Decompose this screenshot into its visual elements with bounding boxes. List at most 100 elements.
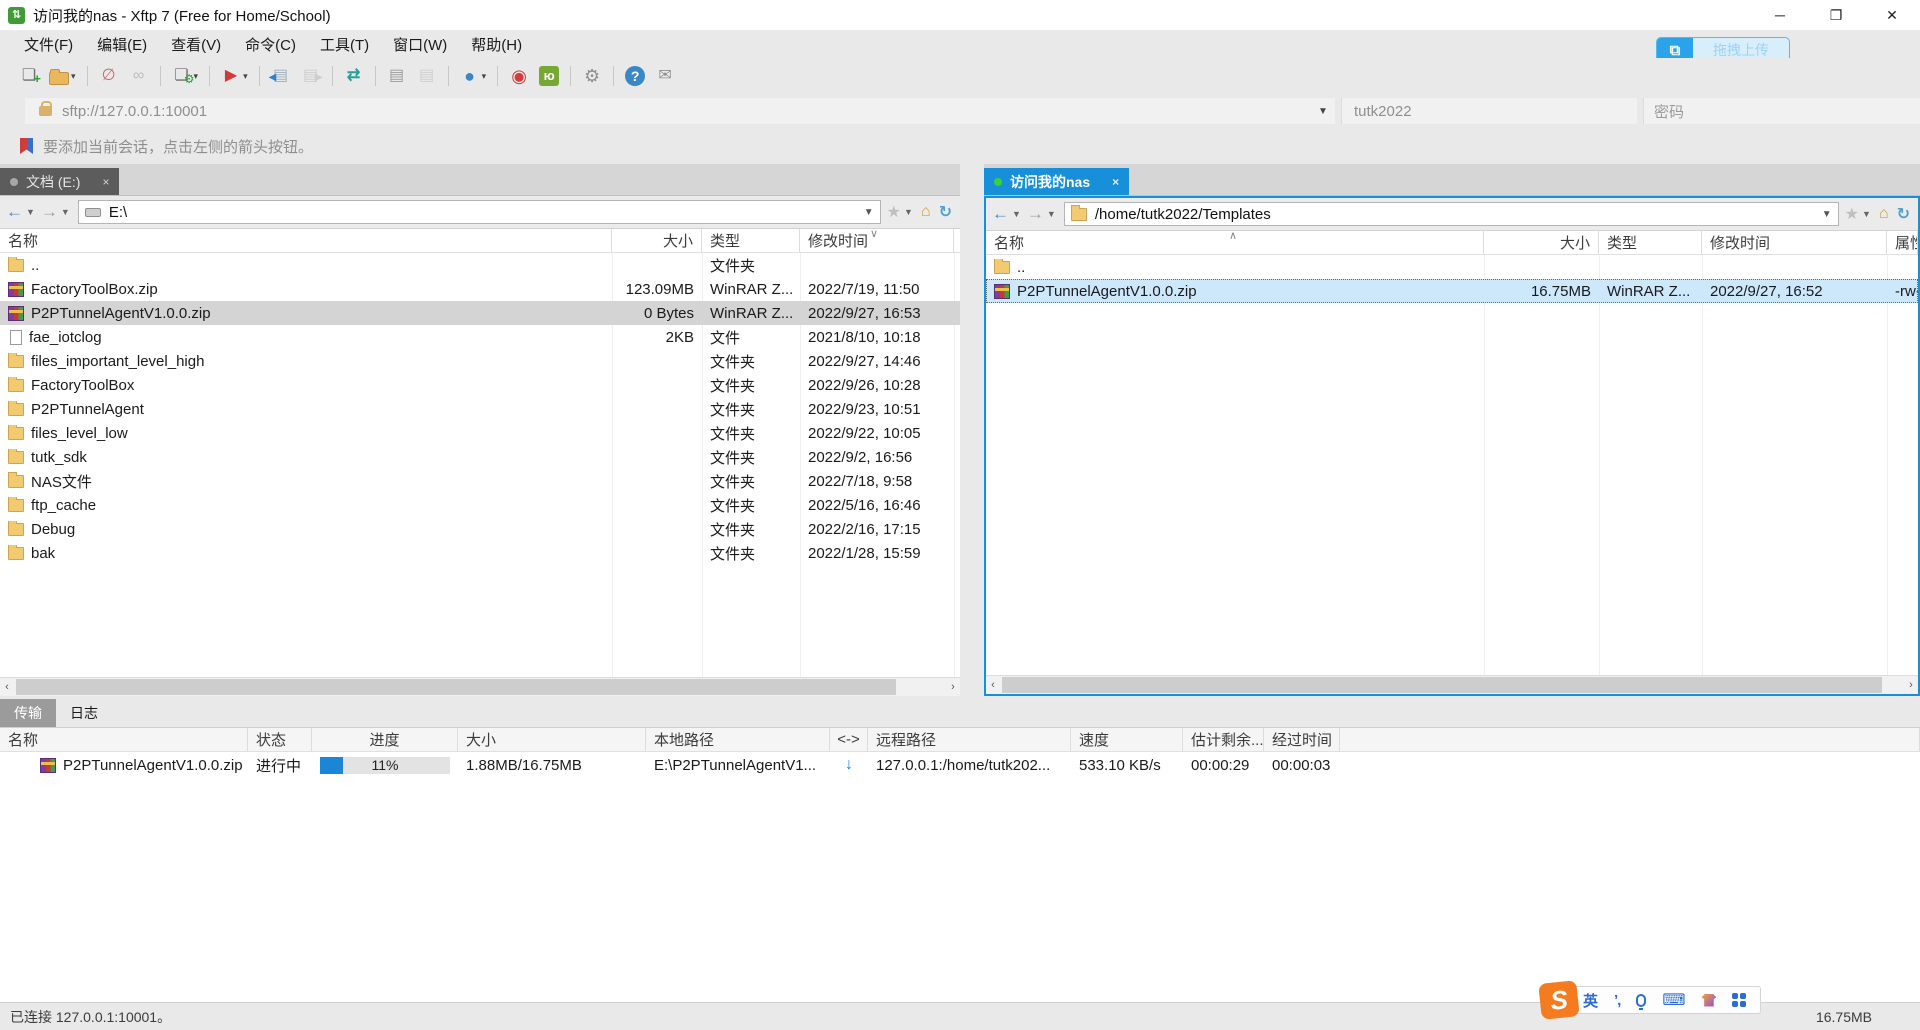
column-name[interactable]: 名称 xyxy=(0,728,248,751)
home-folder-icon[interactable]: ⌂ xyxy=(921,203,931,221)
microphone-icon[interactable] xyxy=(1636,994,1646,1007)
menu-item[interactable]: 工具(T) xyxy=(310,31,379,58)
local-horizontal-scrollbar[interactable]: ‹ › xyxy=(0,677,960,696)
help-button[interactable]: ▾ xyxy=(622,64,648,88)
file-row[interactable]: P2PTunnelAgent 文件夹 2022/9/23, 10:51 xyxy=(0,397,960,421)
ime-menu-grid-icon[interactable] xyxy=(1732,993,1746,1007)
scroll-left-icon[interactable]: ‹ xyxy=(0,678,14,696)
back-icon[interactable]: ← xyxy=(990,204,1011,224)
transfer-tab[interactable]: 日志 xyxy=(56,699,112,727)
favorites-icon[interactable]: ★ xyxy=(887,202,901,222)
run-button[interactable]: ▾ xyxy=(218,64,251,88)
column-remaining[interactable]: 估计剩余... xyxy=(1183,728,1264,751)
web-button[interactable]: ▾ xyxy=(457,64,490,88)
settings-button[interactable]: ▾ xyxy=(579,64,605,88)
scrollbar-thumb[interactable] xyxy=(1002,677,1882,693)
column-size[interactable]: 大小 xyxy=(612,229,702,252)
remote-horizontal-scrollbar[interactable]: ‹ › xyxy=(986,675,1918,694)
column-local-path[interactable]: 本地路径 xyxy=(646,728,830,751)
favorites-dropdown-icon[interactable]: ▼ xyxy=(1862,209,1871,219)
skin-icon[interactable] xyxy=(1701,994,1716,1007)
username-input[interactable]: tutk2022 xyxy=(1341,98,1637,124)
file-row[interactable]: tutk_sdk 文件夹 2022/9/2, 16:56 xyxy=(0,445,960,469)
column-type[interactable]: 类型 xyxy=(1599,231,1702,254)
remote-path-input[interactable]: /home/tutk2022/Templates ▼ xyxy=(1064,202,1839,226)
tab-close-icon[interactable]: × xyxy=(1112,175,1119,189)
ime-punctuation-icon[interactable]: ’, xyxy=(1614,992,1620,1009)
column-direction[interactable]: <-> xyxy=(830,728,868,751)
file-row[interactable]: P2PTunnelAgentV1.0.0.zip 16.75MB WinRAR … xyxy=(986,279,1918,303)
column-progress[interactable]: 进度 xyxy=(312,728,458,751)
favorites-icon[interactable]: ★ xyxy=(1845,204,1859,224)
path-dropdown-icon[interactable]: ▼ xyxy=(864,207,874,218)
file-row[interactable]: files_important_level_high 文件夹 2022/9/27… xyxy=(0,349,960,373)
address-input[interactable]: sftp://127.0.0.1:10001 xyxy=(25,98,1335,124)
column-speed[interactable]: 速度 xyxy=(1071,728,1183,751)
column-size[interactable]: 大小 xyxy=(458,728,646,751)
new-session-button[interactable]: ▾ xyxy=(16,64,42,88)
xshell-button[interactable]: ▾ xyxy=(506,64,532,88)
upload-button[interactable]: ▾ xyxy=(298,64,324,88)
disconnect-button[interactable]: ▾ xyxy=(96,64,122,88)
back-icon[interactable]: ← xyxy=(4,202,25,222)
scroll-right-icon[interactable]: › xyxy=(946,678,960,696)
session-properties-button[interactable]: ▾ xyxy=(169,64,202,88)
scroll-left-icon[interactable]: ‹ xyxy=(986,676,1000,694)
column-status[interactable]: 状态 xyxy=(248,728,312,751)
tab-close-icon[interactable]: × xyxy=(102,175,109,189)
transfer-tab[interactable]: 传输 xyxy=(0,699,56,727)
pane-splitter[interactable] xyxy=(960,164,984,696)
file-row[interactable]: NAS文件 文件夹 2022/7/18, 9:58 xyxy=(0,469,960,493)
password-input[interactable]: 密码 xyxy=(1643,98,1920,124)
forward-icon[interactable]: → xyxy=(39,202,60,222)
keyboard-icon[interactable]: ⌨ xyxy=(1662,990,1685,1010)
paste-button[interactable]: ▾ xyxy=(414,64,440,88)
file-row[interactable]: ftp_cache 文件夹 2022/5/16, 16:46 xyxy=(0,493,960,517)
column-modified[interactable]: 修改时间 xyxy=(1702,231,1887,254)
file-row[interactable]: files_level_low 文件夹 2022/9/22, 10:05 xyxy=(0,421,960,445)
column-name[interactable]: 名称 xyxy=(0,229,612,252)
forward-dropdown-icon[interactable]: ▼ xyxy=(1047,209,1056,219)
refresh-icon[interactable]: ↻ xyxy=(939,202,952,222)
tab-remote-nas[interactable]: 访问我的nas × xyxy=(984,168,1129,195)
column-type[interactable]: 类型 xyxy=(702,229,800,252)
copy-button[interactable]: ▾ xyxy=(384,64,410,88)
back-dropdown-icon[interactable]: ▼ xyxy=(26,207,35,217)
file-row[interactable]: .. xyxy=(986,255,1918,279)
file-row[interactable]: fae_iotclog 2KB 文件 2021/8/10, 10:18 xyxy=(0,325,960,349)
local-path-input[interactable]: E:\ ▼ xyxy=(78,200,881,224)
chevron-down-icon[interactable]: ▾ xyxy=(482,71,487,82)
chevron-down-icon[interactable]: ▾ xyxy=(243,71,248,82)
file-row[interactable]: .. 文件夹 xyxy=(0,253,960,277)
file-row[interactable]: P2PTunnelAgentV1.0.0.zip 0 Bytes WinRAR … xyxy=(0,301,960,325)
file-row[interactable]: FactoryToolBox.zip 123.09MB WinRAR Z... … xyxy=(0,277,960,301)
download-button[interactable]: ▾ xyxy=(268,64,294,88)
menu-item[interactable]: 文件(F) xyxy=(14,31,83,58)
column-size[interactable]: 大小 xyxy=(1484,231,1599,254)
forward-icon[interactable]: → xyxy=(1025,204,1046,224)
reconnect-button[interactable]: ▾ xyxy=(126,64,152,88)
menu-item[interactable]: 帮助(H) xyxy=(461,31,532,58)
xmanager-button[interactable]: ▾ xyxy=(536,64,562,88)
favorites-dropdown-icon[interactable]: ▼ xyxy=(904,207,913,217)
scrollbar-thumb[interactable] xyxy=(16,679,896,695)
file-row[interactable]: FactoryToolBox 文件夹 2022/9/26, 10:28 xyxy=(0,373,960,397)
back-dropdown-icon[interactable]: ▼ xyxy=(1012,209,1021,219)
close-button[interactable]: ✕ xyxy=(1864,0,1920,30)
open-folder-button[interactable]: ▾ xyxy=(46,65,79,87)
sogou-logo-icon[interactable]: S xyxy=(1538,980,1580,1020)
home-folder-icon[interactable]: ⌂ xyxy=(1879,205,1889,223)
menu-item[interactable]: 命令(C) xyxy=(235,31,306,58)
sync-browsing-button[interactable]: ▾ xyxy=(341,64,367,88)
refresh-icon[interactable]: ↻ xyxy=(1897,204,1910,224)
scroll-right-icon[interactable]: › xyxy=(1904,676,1918,694)
ime-language-toggle[interactable]: 英 xyxy=(1583,990,1598,1011)
column-elapsed[interactable]: 经过时间 xyxy=(1264,728,1340,751)
tab-local-documents[interactable]: 文档 (E:) × xyxy=(0,168,119,195)
menu-item[interactable]: 查看(V) xyxy=(161,31,231,58)
menu-item[interactable]: 编辑(E) xyxy=(87,31,157,58)
column-attr[interactable]: 属性 xyxy=(1887,231,1918,254)
column-remote-path[interactable]: 远程路径 xyxy=(868,728,1071,751)
forward-dropdown-icon[interactable]: ▼ xyxy=(61,207,70,217)
file-row[interactable]: bak 文件夹 2022/1/28, 15:59 xyxy=(0,541,960,565)
